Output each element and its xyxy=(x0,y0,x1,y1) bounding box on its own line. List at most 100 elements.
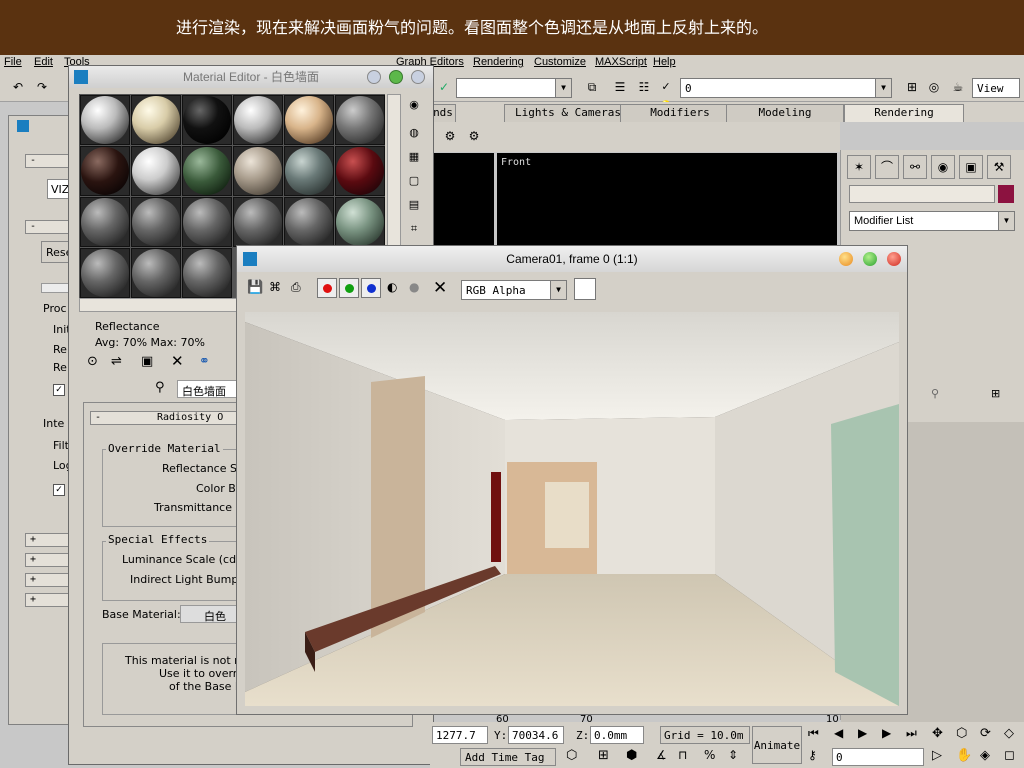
dolly-icon[interactable]: ▷ xyxy=(932,748,942,763)
color-swatch[interactable] xyxy=(574,278,596,300)
sample-slot[interactable] xyxy=(234,96,282,144)
hand-pan-icon[interactable]: ✋ xyxy=(956,748,972,763)
minimize-button[interactable] xyxy=(839,252,853,266)
backlight-icon[interactable]: ◍ xyxy=(405,124,423,142)
sample-slot[interactable] xyxy=(183,96,231,144)
magnet-snap-icon[interactable]: ⊓ xyxy=(678,748,687,762)
sample-slot[interactable] xyxy=(132,198,180,246)
modifier-list-combo[interactable]: Modifier List ▼ xyxy=(849,211,1015,231)
menu-edit[interactable]: Edit xyxy=(34,56,53,68)
interactive-checkbox[interactable]: ✓ xyxy=(53,484,65,496)
render-scene-icon[interactable]: ⚙ xyxy=(440,126,460,146)
schematic-icon[interactable]: ⊞ xyxy=(902,77,922,97)
sample-slot[interactable] xyxy=(81,249,129,297)
get-material-icon[interactable]: ⊙ xyxy=(87,354,98,369)
sample-slot[interactable] xyxy=(183,147,231,195)
pan-icon[interactable]: ✥ xyxy=(932,726,943,741)
mirror-icon[interactable]: ⧉ xyxy=(582,77,602,97)
snap-icon[interactable]: ⬢ xyxy=(626,748,637,763)
orbit-icon[interactable]: ⟳ xyxy=(980,726,991,741)
sample-slot[interactable] xyxy=(81,198,129,246)
object-color-swatch[interactable] xyxy=(998,185,1014,203)
alpha-channel-icon[interactable]: ● xyxy=(409,280,419,294)
selection-set-combo[interactable]: ▼ xyxy=(456,78,572,98)
layer-icon[interactable]: ☷ xyxy=(634,77,654,97)
sample-slot[interactable] xyxy=(336,198,384,246)
maximize-button[interactable] xyxy=(389,70,403,84)
video-color-check-icon[interactable]: ▤ xyxy=(405,196,423,214)
selection-lock-icon[interactable]: ⬡ xyxy=(566,748,577,763)
put-to-scene-icon[interactable]: ⇌ xyxy=(111,354,122,369)
render-teapot-icon[interactable]: ☕ xyxy=(948,77,968,97)
clear-icon[interactable]: ✕ xyxy=(433,278,447,298)
motion-icon[interactable]: ◉ xyxy=(931,155,955,179)
menu-file[interactable]: File xyxy=(4,56,22,68)
sample-slot[interactable] xyxy=(183,198,231,246)
previous-frame-icon[interactable]: ◀ xyxy=(834,726,843,740)
check-icon[interactable]: ✓ xyxy=(434,77,454,97)
render-view-combo[interactable]: View xyxy=(972,78,1020,98)
menu-maxscript[interactable]: MAXScript xyxy=(595,56,647,68)
align-icon[interactable]: ☰ xyxy=(610,77,630,97)
sample-slot[interactable] xyxy=(234,147,282,195)
close-button[interactable] xyxy=(887,252,901,266)
configure-icon[interactable]: ⊞ xyxy=(991,387,1000,400)
sample-slot[interactable] xyxy=(81,96,129,144)
print-icon[interactable]: ⎙ xyxy=(291,280,301,295)
sample-slot[interactable] xyxy=(336,147,384,195)
make-preview-icon[interactable]: ⌗ xyxy=(405,220,423,238)
display-icon[interactable]: ▣ xyxy=(959,155,983,179)
channel-combo[interactable]: RGB Alpha ▼ xyxy=(461,280,567,300)
menu-customize[interactable]: Customize xyxy=(534,56,586,68)
sample-slot[interactable] xyxy=(132,147,180,195)
zoom-extents-icon[interactable]: ⬡ xyxy=(956,726,967,741)
uv-tiling-icon[interactable]: ▢ xyxy=(405,172,423,190)
sample-type-icon[interactable]: ◉ xyxy=(405,96,423,114)
spinner-snap-icon[interactable]: ⇕ xyxy=(728,748,738,762)
hierarchy-icon[interactable]: ⚯ xyxy=(903,155,927,179)
create-icon[interactable]: ✶ xyxy=(847,155,871,179)
go-to-end-icon[interactable]: ⏭ xyxy=(906,726,917,741)
pin-stack-icon[interactable]: ⚲ xyxy=(931,387,939,400)
reset-map-icon[interactable]: ✕ xyxy=(171,352,184,370)
material-name-field[interactable]: 白色墙面 xyxy=(177,380,237,398)
sample-slot[interactable] xyxy=(285,147,333,195)
sample-slot[interactable] xyxy=(285,198,333,246)
sample-slot[interactable] xyxy=(81,147,129,195)
arc-rotate-icon[interactable]: ◈ xyxy=(980,748,990,763)
viewport-left[interactable] xyxy=(432,153,494,245)
utilities-icon[interactable]: ⚒ xyxy=(987,155,1011,179)
tab-modeling[interactable]: Modeling xyxy=(726,104,844,122)
menu-help[interactable]: Help xyxy=(653,56,676,68)
material-editor-icon[interactable]: ◎ xyxy=(924,77,944,97)
minimize-button[interactable] xyxy=(367,70,381,84)
pick-material-icon[interactable]: ⚲ xyxy=(155,380,165,395)
y-coordinate-field[interactable]: 70034.6 xyxy=(508,726,564,744)
layer-combo[interactable]: 0 ▼ xyxy=(680,78,892,98)
current-frame-field[interactable]: 0 xyxy=(832,748,924,766)
sample-slot[interactable] xyxy=(285,96,333,144)
sample-slot[interactable] xyxy=(234,198,282,246)
viewport-front[interactable]: Front xyxy=(497,153,837,245)
absolute-mode-icon[interactable]: ⊞ xyxy=(598,748,609,763)
animate-button[interactable]: Animate xyxy=(752,726,802,764)
undo-icon[interactable]: ↶ xyxy=(8,77,28,97)
environment-icon[interactable]: ⚙ xyxy=(464,126,484,146)
go-to-start-icon[interactable]: ⏮ xyxy=(808,726,819,741)
modify-icon[interactable]: ⌒ xyxy=(875,155,899,179)
field-of-view-icon[interactable]: ◇ xyxy=(1004,726,1014,741)
sample-slot[interactable] xyxy=(183,249,231,297)
redo-icon[interactable]: ↷ xyxy=(32,77,52,97)
background-checker-icon[interactable]: ▦ xyxy=(405,148,423,166)
clone-icon[interactable]: ⌘ xyxy=(269,280,281,294)
menu-rendering[interactable]: Rendering xyxy=(473,56,524,68)
play-icon[interactable]: ▶ xyxy=(858,726,867,740)
close-button[interactable] xyxy=(411,70,425,84)
process-checkbox[interactable]: ✓ xyxy=(53,384,65,396)
add-time-tag-button[interactable]: Add Time Tag xyxy=(460,748,556,766)
save-icon[interactable]: 💾 xyxy=(247,280,263,295)
monochrome-icon[interactable]: ◐ xyxy=(387,280,397,294)
layer-state-icons[interactable]: ✓💡 xyxy=(656,77,676,113)
key-mode-icon[interactable]: ⚷ xyxy=(808,748,817,762)
maximize-button[interactable] xyxy=(863,252,877,266)
